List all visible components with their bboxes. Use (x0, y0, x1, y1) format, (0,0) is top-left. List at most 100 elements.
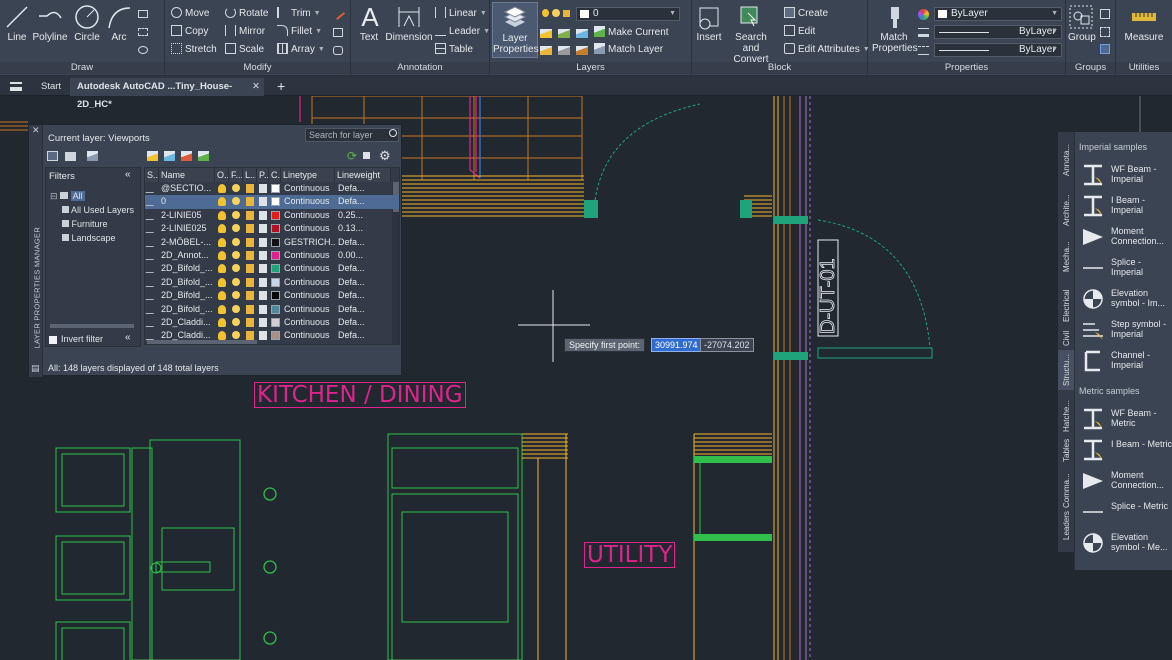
tab-drawing[interactable]: Autodesk AutoCAD ...Tiny_House-2D_HC* ✕ (70, 78, 264, 110)
palette-settings-icon[interactable]: ▤ (31, 363, 40, 374)
move-button[interactable]: Move (171, 6, 209, 22)
table-row[interactable]: 2-LINIE025 Continuous 0.13... (145, 222, 399, 235)
layer-linetype[interactable]: Continuous (284, 222, 335, 235)
palette-tab-7[interactable]: Tables (1058, 436, 1074, 466)
make-current-button[interactable]: Make Current (594, 25, 669, 41)
unlock-icon[interactable] (246, 264, 254, 274)
printer-icon[interactable] (259, 291, 267, 301)
filter-tree-item-used[interactable]: All Used Layers (62, 204, 134, 217)
column-linetype[interactable]: Linetype (281, 168, 335, 182)
layer-color-swatch[interactable] (271, 197, 280, 207)
properties-panel-label[interactable]: Properties (868, 62, 1065, 74)
layer-lineweight[interactable]: Defa... (338, 236, 390, 249)
printer-icon[interactable] (259, 210, 267, 220)
layer-color-swatch[interactable] (271, 331, 280, 341)
unlock-icon[interactable] (246, 277, 254, 287)
layer-linetype[interactable]: Continuous (284, 316, 335, 329)
stop-icon[interactable] (363, 152, 370, 159)
group-select-icon[interactable] (1100, 44, 1110, 54)
printer-icon[interactable] (259, 331, 267, 341)
layer-lineweight[interactable]: Defa... (338, 329, 390, 342)
palette-tab-0[interactable]: Annota... (1058, 136, 1074, 180)
new-tab-button[interactable]: + (270, 78, 292, 96)
table-button[interactable]: Table (435, 42, 473, 58)
layer-color-swatch[interactable] (271, 251, 280, 260)
filter-tree-item-furniture[interactable]: Furniture (62, 218, 108, 231)
region-icon[interactable] (138, 46, 148, 54)
layer-lineweight[interactable]: 0.25... (338, 209, 390, 222)
text-button[interactable]: A Text (357, 4, 381, 43)
unlock-icon[interactable] (246, 331, 254, 341)
filters-scrollbar[interactable] (50, 324, 134, 328)
draw-panel-label[interactable]: Draw (0, 62, 164, 74)
fillet-button[interactable]: Fillet ▼ (277, 24, 322, 40)
group-edit-icon[interactable] (1100, 27, 1110, 37)
sun-icon[interactable] (232, 237, 240, 246)
edit-attributes-button[interactable]: Edit Attributes ▼ (784, 42, 870, 58)
table-row[interactable]: 2D_Claddi... Continuous Defa... (145, 329, 399, 342)
leader-button[interactable]: Leader ▼ (435, 24, 490, 40)
sun-icon[interactable] (232, 251, 240, 259)
column-name[interactable]: Name (159, 168, 215, 182)
group-button[interactable]: Group (1068, 4, 1096, 43)
palette-tool-item[interactable]: Step symbol - Imperial (1079, 315, 1172, 345)
circle-button[interactable]: Circle (72, 4, 102, 43)
palette-tool-item[interactable]: Splice - Metric (1079, 497, 1172, 527)
layer-states-icon[interactable] (87, 151, 98, 161)
table-row[interactable]: 0 Continuous Defa... (145, 195, 399, 209)
new-property-filter-icon[interactable] (47, 151, 58, 161)
unlock-icon[interactable] (246, 251, 254, 260)
printer-icon[interactable] (259, 197, 267, 207)
column-status[interactable]: S... (145, 168, 159, 182)
color-combo[interactable]: ByLayer ▼ (934, 7, 1062, 21)
printer-icon[interactable] (259, 277, 267, 287)
sun-icon[interactable] (232, 184, 240, 192)
layer-linetype[interactable]: Continuous (284, 303, 335, 316)
palette-tool-item[interactable]: I Beam - Metric (1079, 435, 1172, 465)
linetype-combo[interactable]: ByLayer ▼ (934, 43, 1062, 57)
sun-icon[interactable] (232, 291, 240, 300)
layer-linetype[interactable]: Continuous (284, 329, 335, 342)
layer-combo[interactable]: 0 ▼ (576, 7, 680, 21)
table-row[interactable]: 2D_Bifold_... Continuous Defa... (145, 276, 399, 289)
sun-icon[interactable] (232, 197, 240, 206)
palette-tool-item[interactable]: Elevation symbol - Me... (1079, 528, 1172, 558)
palette-tool-item[interactable]: Channel - Imperial (1079, 346, 1172, 376)
layer-color-swatch[interactable] (271, 264, 280, 274)
groups-panel-label[interactable]: Groups (1066, 62, 1115, 74)
sun-icon[interactable] (232, 277, 240, 286)
table-row[interactable]: 2D_Claddi... Continuous Defa... (145, 316, 399, 329)
unlock-icon[interactable] (246, 224, 254, 234)
close-tab-icon[interactable]: ✕ (252, 78, 260, 96)
layer-linetype[interactable]: Continuous (284, 262, 335, 275)
layer-lineweight[interactable]: Defa... (338, 262, 390, 275)
layer-lineweight[interactable]: Defa... (338, 182, 390, 195)
sun-icon[interactable] (232, 210, 240, 219)
printer-icon[interactable] (259, 318, 267, 327)
collapse-filters-icon[interactable]: « (125, 169, 131, 180)
layer-lineweight[interactable]: 0.13... (338, 222, 390, 235)
filter-tree-item-all[interactable]: ⊟ All (50, 190, 85, 203)
ungroup-icon[interactable] (1100, 9, 1110, 19)
table-row[interactable]: 2D_Bifold_... Continuous Defa... (145, 262, 399, 275)
layer-linetype[interactable]: Continuous (284, 249, 335, 262)
collapse-filters-bottom-icon[interactable]: « (125, 332, 131, 343)
delete-layer-icon[interactable] (181, 151, 192, 161)
layer-lineweight[interactable]: Defa... (338, 303, 390, 316)
lightbulb-icon[interactable] (218, 264, 226, 274)
lightbulb-icon[interactable] (218, 197, 226, 207)
search-icon[interactable] (389, 129, 397, 137)
measure-button[interactable]: Measure (1120, 4, 1168, 43)
layer-color-swatch[interactable] (271, 304, 280, 314)
layer-properties-button[interactable]: Layer Properties (492, 2, 539, 58)
layer-color-swatch[interactable] (271, 210, 280, 220)
insert-button[interactable]: Insert (694, 4, 724, 43)
set-current-icon[interactable] (198, 151, 209, 161)
layer-lineweight[interactable]: 0.00... (338, 249, 390, 262)
table-row[interactable]: 2D_Bifold_... Continuous Defa... (145, 303, 399, 316)
tab-start[interactable]: Start (34, 78, 68, 96)
lightbulb-icon[interactable] (218, 318, 226, 327)
unlock-icon[interactable] (246, 304, 254, 314)
printer-icon[interactable] (259, 304, 267, 314)
palette-tool-item[interactable]: Moment Connection... (1079, 466, 1172, 496)
